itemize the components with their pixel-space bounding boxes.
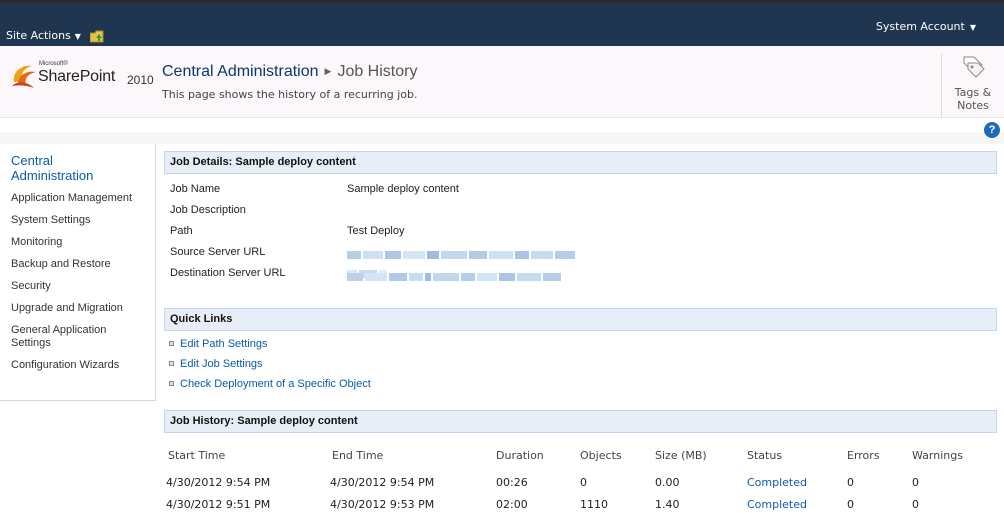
- field-label-job-name: Job Name: [170, 183, 221, 195]
- field-label-path: Path: [170, 225, 193, 237]
- quick-links-header: Quick Links: [164, 308, 997, 331]
- column-header-status: Status: [747, 449, 783, 462]
- cell-errors: 0: [847, 476, 854, 489]
- tags-notes-button[interactable]: Tags & Notes: [941, 54, 1004, 118]
- bullet-icon: [169, 381, 174, 386]
- edit-job-settings-link[interactable]: Edit Job Settings: [180, 358, 263, 370]
- nav-heading-line1: Central: [11, 153, 53, 168]
- cell-objects: 1110: [580, 498, 608, 511]
- cell-warnings: 0: [912, 476, 919, 489]
- caret-down-icon: ▼: [969, 23, 976, 32]
- field-label-job-description: Job Description: [170, 204, 246, 216]
- column-header-start-time: Start Time: [168, 449, 226, 462]
- sharepoint-logo-icon: [12, 65, 36, 88]
- tags-label-line1: Tags &: [954, 86, 992, 99]
- nav-heading-central-administration[interactable]: Central Administration: [11, 153, 93, 183]
- cell-warnings: 0: [912, 498, 919, 511]
- ribbon-spacer-lower: [0, 132, 1004, 144]
- field-label-source-server-url: Source Server URL: [170, 246, 266, 258]
- job-history-header: Job History: Sample deploy content: [164, 410, 997, 433]
- site-actions-menu[interactable]: Site Actions ▼: [6, 29, 81, 42]
- nav-item-system-settings[interactable]: System Settings: [11, 214, 90, 227]
- tag-icon: [963, 56, 985, 78]
- ribbon-spacer: [0, 118, 1004, 132]
- nav-item-monitoring[interactable]: Monitoring: [11, 236, 62, 249]
- column-header-size: Size (MB): [655, 449, 707, 462]
- page-description: This page shows the history of a recurri…: [162, 88, 418, 101]
- tags-notes-label: Tags & Notes: [942, 86, 1004, 112]
- job-details-header: Job Details: Sample deploy content: [164, 151, 997, 174]
- column-header-errors: Errors: [847, 449, 880, 462]
- check-deployment-link[interactable]: Check Deployment of a Specific Object: [180, 378, 371, 390]
- nav-item-backup-and-restore[interactable]: Backup and Restore: [11, 258, 111, 271]
- column-header-duration: Duration: [496, 449, 544, 462]
- nav-item-configuration-wizards[interactable]: Configuration Wizards: [11, 359, 119, 372]
- help-icon[interactable]: ?: [984, 122, 1000, 138]
- breadcrumb-current: Job History: [337, 63, 418, 80]
- cell-size: 1.40: [655, 498, 680, 511]
- logo-microsoft-text: Microsoft®: [39, 61, 68, 67]
- logo-product-text: SharePoint: [38, 68, 116, 85]
- cell-size: 0.00: [655, 476, 680, 489]
- redacted-source-url: [347, 244, 589, 278]
- nav-heading-line2: Administration: [11, 168, 94, 183]
- cell-start-time: 4/30/2012 9:51 PM: [166, 498, 271, 511]
- top-ribbon: Site Actions ▼ System Account ▼: [0, 0, 1004, 46]
- breadcrumb-root-link[interactable]: Central Administration: [162, 63, 319, 80]
- field-value-job-name: Sample deploy content: [347, 183, 459, 195]
- nav-item-line2: Settings: [11, 337, 51, 349]
- cell-objects: 0: [580, 476, 587, 489]
- sharepoint-logo[interactable]: Microsoft® SharePoint 2010: [10, 60, 155, 96]
- logo-year-text: 2010: [127, 73, 154, 87]
- title-area: Microsoft® SharePoint 2010 Central Admin…: [0, 46, 1004, 118]
- nav-item-security[interactable]: Security: [11, 280, 51, 293]
- navigate-up-icon[interactable]: [90, 30, 105, 43]
- column-header-objects: Objects: [580, 449, 622, 462]
- account-name: System Account: [875, 20, 965, 33]
- nav-item-general-application-settings[interactable]: General Application Settings: [11, 324, 106, 350]
- cell-duration: 02:00: [496, 498, 528, 511]
- cell-start-time: 4/30/2012 9:54 PM: [166, 476, 271, 489]
- field-label-destination-server-url: Destination Server URL: [170, 267, 286, 279]
- nav-item-application-management[interactable]: Application Management: [11, 192, 132, 205]
- caret-down-icon: ▼: [74, 32, 81, 41]
- status-link[interactable]: Completed: [747, 498, 807, 511]
- bullet-icon: [169, 341, 174, 346]
- bullet-icon: [169, 361, 174, 366]
- nav-item-line1: General Application: [11, 324, 107, 336]
- site-actions-label: Site Actions: [6, 29, 71, 42]
- status-link[interactable]: Completed: [747, 476, 807, 489]
- nav-item-upgrade-and-migration[interactable]: Upgrade and Migration: [11, 302, 123, 315]
- field-value-path: Test Deploy: [347, 225, 405, 237]
- cell-end-time: 4/30/2012 9:53 PM: [330, 498, 435, 511]
- cell-end-time: 4/30/2012 9:54 PM: [330, 476, 435, 489]
- breadcrumb-arrow-icon: ▶: [324, 66, 332, 76]
- cell-errors: 0: [847, 498, 854, 511]
- redacted-destination-url: [347, 266, 589, 282]
- breadcrumb: Central Administration ▶ Job History: [162, 63, 417, 81]
- user-account-menu[interactable]: System Account ▼: [876, 20, 976, 33]
- column-header-end-time: End Time: [332, 449, 384, 462]
- cell-duration: 00:26: [496, 476, 528, 489]
- column-header-warnings: Warnings: [912, 449, 963, 462]
- quick-launch-nav: Central Administration Application Manag…: [0, 144, 156, 401]
- tags-label-line2: Notes: [957, 99, 989, 112]
- edit-path-settings-link[interactable]: Edit Path Settings: [180, 338, 267, 350]
